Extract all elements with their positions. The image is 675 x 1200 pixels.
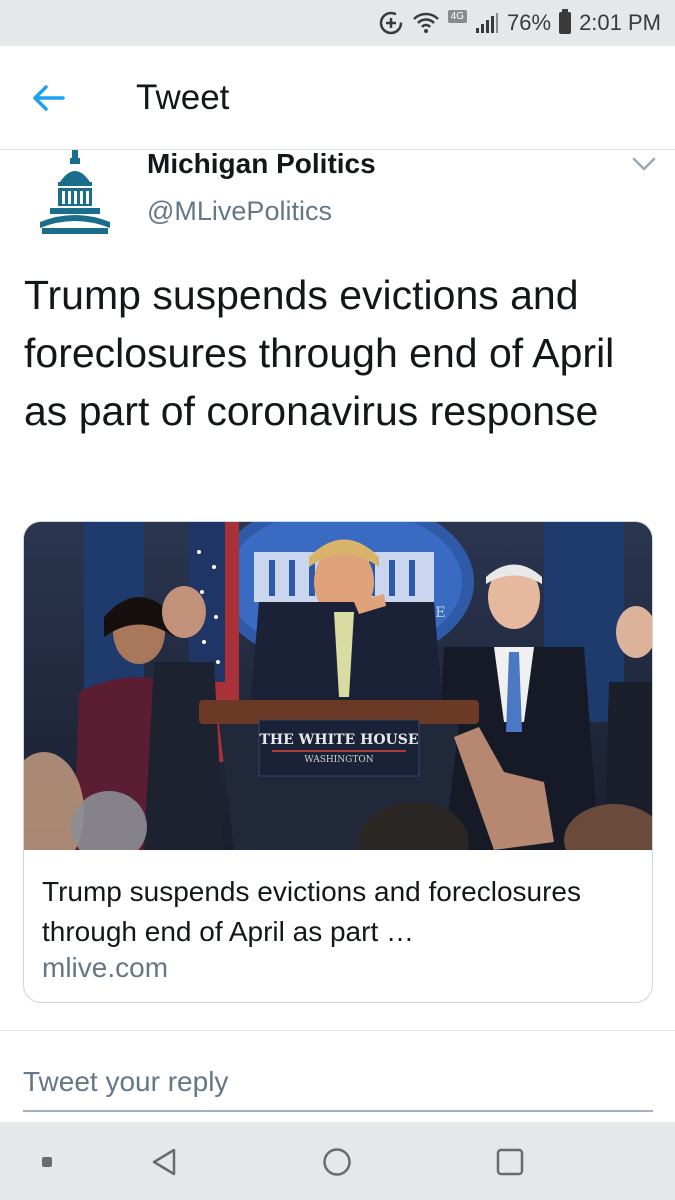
page-title: Tweet bbox=[136, 78, 230, 117]
back-button[interactable] bbox=[26, 76, 70, 120]
tweet-menu-button[interactable] bbox=[628, 150, 660, 178]
system-nav-bar bbox=[0, 1122, 675, 1200]
author-name[interactable]: Michigan Politics bbox=[147, 148, 376, 180]
nav-home-button[interactable] bbox=[315, 1140, 359, 1184]
wifi-icon bbox=[412, 11, 440, 35]
dot-icon bbox=[42, 1157, 52, 1167]
card-image: USE bbox=[24, 522, 652, 882]
nav-back-button[interactable] bbox=[142, 1140, 186, 1184]
divider bbox=[0, 1030, 675, 1031]
clock: 2:01 PM bbox=[579, 10, 661, 35]
network-type-label: 4G bbox=[447, 10, 468, 23]
data-saver-icon bbox=[378, 10, 404, 36]
podium-sign-line2: WASHINGTON bbox=[304, 755, 373, 765]
app-header: Tweet bbox=[0, 46, 675, 150]
tweet-text: Trump suspends evictions and foreclosure… bbox=[24, 272, 615, 434]
nav-recents-button[interactable] bbox=[488, 1140, 532, 1184]
capitol-dome-icon bbox=[40, 150, 110, 234]
nav-dot-button[interactable] bbox=[25, 1140, 69, 1184]
back-triangle-icon bbox=[152, 1148, 176, 1176]
status-bar: 4G 76% 2:01 PM bbox=[0, 0, 675, 46]
screen: 4G 76% 2:01 PM Tweet Michigan Politics @… bbox=[0, 0, 675, 1200]
signal-icon bbox=[475, 12, 499, 34]
card-domain: mlive.com bbox=[42, 952, 169, 983]
recents-square-icon bbox=[496, 1148, 524, 1176]
avatar[interactable] bbox=[30, 150, 120, 240]
arrow-left-icon bbox=[33, 85, 65, 111]
home-circle-icon bbox=[323, 1148, 351, 1176]
chevron-down-icon bbox=[632, 157, 656, 171]
card-title: Trump suspends evictions and foreclosure… bbox=[42, 876, 581, 947]
reply-input[interactable] bbox=[23, 1054, 653, 1112]
podium-sign-line1: THE WHITE HOUSE bbox=[259, 732, 418, 748]
author-handle[interactable]: @MLivePolitics bbox=[147, 196, 332, 227]
battery-icon bbox=[559, 9, 572, 34]
battery-percent: 76% bbox=[507, 10, 552, 35]
link-card[interactable]: USE bbox=[23, 521, 653, 1003]
